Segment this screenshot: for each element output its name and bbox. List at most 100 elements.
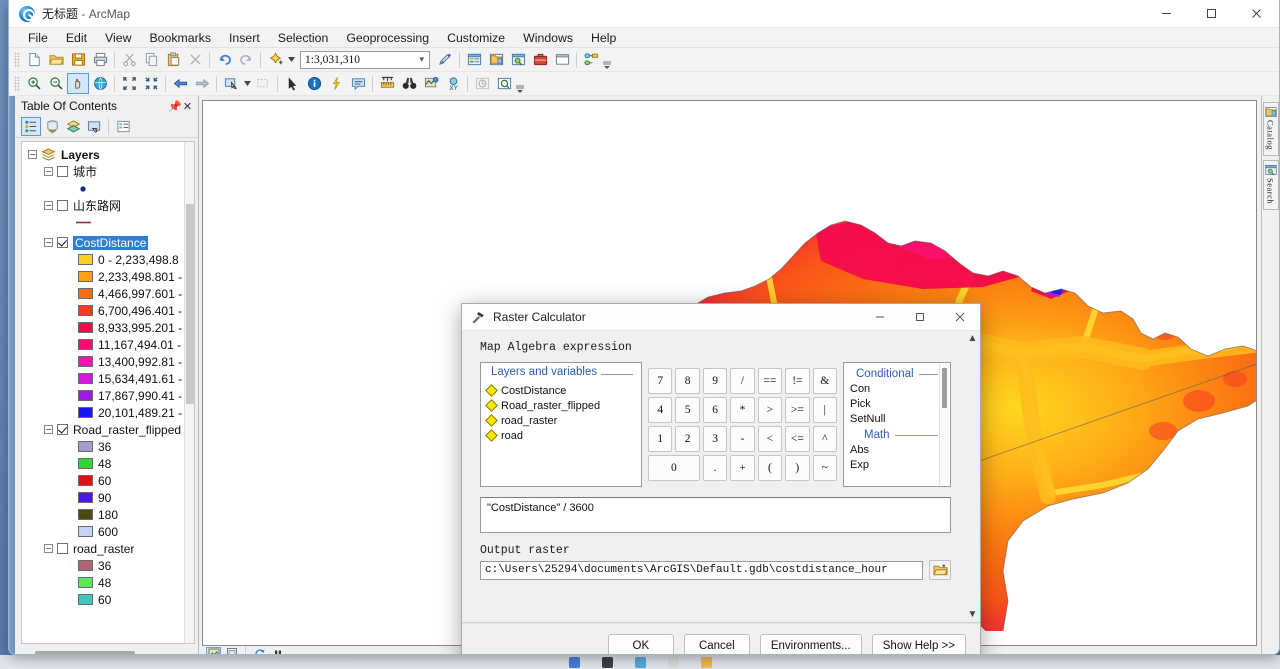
add-data-dropdown-icon[interactable] — [286, 49, 296, 70]
menu-file[interactable]: File — [19, 29, 57, 47]
toc-layer-tree[interactable]: − Layers − 城市 − 山东路网 − CostDistance 0 - … — [21, 141, 195, 644]
layer-visibility-checkbox[interactable] — [57, 543, 68, 554]
functions-scrollbar[interactable] — [939, 364, 949, 485]
layer-visibility-checkbox[interactable] — [57, 424, 68, 435]
key-paren-open[interactable]: ( — [757, 455, 783, 481]
show-help-button[interactable]: Show Help >> — [871, 634, 966, 654]
toc-vertical-scrollbar[interactable] — [184, 142, 194, 643]
key-equals[interactable]: == — [757, 368, 783, 394]
select-dropdown-icon[interactable] — [242, 73, 252, 94]
chevron-down-icon[interactable]: ▼ — [965, 607, 980, 622]
scrollbar-thumb[interactable] — [186, 204, 194, 404]
menu-geoprocessing[interactable]: Geoprocessing — [337, 29, 438, 47]
collapse-expander-icon[interactable]: − — [28, 150, 37, 159]
functions-list[interactable]: Conditional Con Pick SetNull Math Abs Ex… — [843, 362, 951, 487]
refresh-icon[interactable] — [252, 647, 267, 654]
taskbar-icon[interactable] — [634, 656, 646, 668]
search-tab[interactable]: Search — [1262, 159, 1279, 211]
pan-hand-icon[interactable] — [67, 73, 89, 94]
toolbar-overflow-icon[interactable] — [515, 74, 524, 94]
function-setnull[interactable]: SetNull — [850, 412, 950, 427]
key-decimal[interactable]: . — [702, 455, 728, 481]
list-by-selection-icon[interactable] — [84, 117, 104, 136]
menu-bookmarks[interactable]: Bookmarks — [140, 29, 220, 47]
cut-icon[interactable] — [118, 49, 140, 70]
function-pick[interactable]: Pick — [850, 397, 950, 412]
key-less[interactable]: < — [757, 426, 783, 452]
key-9[interactable]: 9 — [702, 368, 728, 394]
key-tilde[interactable]: ~ — [812, 455, 837, 481]
dialog-scrollbar[interactable]: ▲ ▼ — [965, 331, 980, 622]
toc-layer-road-raster-flipped[interactable]: − Road_raster_flipped — [22, 421, 194, 438]
create-viewer-window-icon[interactable] — [493, 73, 515, 94]
key-5[interactable]: 5 — [675, 397, 700, 423]
maximize-icon[interactable] — [1189, 0, 1234, 28]
time-slider-icon[interactable] — [471, 73, 493, 94]
map-scale-combobox[interactable]: 1:3,031,310 ▾ — [300, 50, 430, 69]
key-multiply[interactable]: * — [730, 397, 755, 423]
taskbar-icon[interactable] — [667, 656, 679, 668]
environments-button[interactable]: Environments... — [759, 634, 862, 654]
ok-button[interactable]: OK — [607, 634, 674, 654]
menu-customize[interactable]: Customize — [438, 29, 514, 47]
expression-textarea[interactable]: "CostDistance" / 3600 — [480, 497, 951, 533]
zoom-in-icon[interactable] — [23, 73, 45, 94]
catalog-tab[interactable]: Catalog — [1262, 102, 1279, 156]
html-popup-icon[interactable] — [347, 73, 369, 94]
collapse-expander-icon[interactable]: − — [44, 167, 53, 176]
pause-icon[interactable] — [270, 647, 285, 654]
list-by-drawing-order-icon[interactable] — [21, 117, 41, 136]
scrollbar-thumb[interactable] — [35, 651, 135, 654]
key-plus[interactable]: + — [730, 455, 755, 481]
taskbar-icon[interactable] — [601, 656, 613, 668]
taskbar-icon[interactable] — [700, 656, 712, 668]
chevron-up-icon[interactable]: ▲ — [965, 331, 980, 346]
open-folder-icon[interactable] — [929, 560, 951, 580]
toolbar-overflow-icon[interactable] — [602, 50, 611, 70]
pin-icon[interactable]: 📌 — [168, 100, 182, 113]
key-not-equals[interactable]: != — [785, 368, 810, 394]
menu-edit[interactable]: Edit — [57, 29, 96, 47]
taskbar-icon[interactable] — [568, 656, 580, 668]
paste-icon[interactable] — [162, 49, 184, 70]
delete-x-icon[interactable] — [184, 49, 206, 70]
key-1[interactable]: 1 — [648, 426, 673, 452]
key-7[interactable]: 7 — [648, 368, 673, 394]
scrollbar-thumb[interactable] — [942, 368, 947, 408]
key-8[interactable]: 8 — [675, 368, 700, 394]
go-next-extent-icon[interactable] — [191, 73, 213, 94]
toc-horizontal-scrollbar[interactable] — [21, 646, 194, 654]
collapse-expander-icon[interactable]: − — [44, 238, 53, 247]
clear-selection-icon[interactable] — [252, 73, 274, 94]
layout-view-icon[interactable] — [224, 647, 239, 654]
menu-help[interactable]: Help — [582, 29, 625, 47]
python-window-icon[interactable] — [551, 49, 573, 70]
variable-item[interactable]: road_raster — [485, 413, 641, 428]
go-back-extent-icon[interactable] — [169, 73, 191, 94]
copy-icon[interactable] — [140, 49, 162, 70]
key-greater[interactable]: > — [757, 397, 783, 423]
key-less-equal[interactable]: <= — [785, 426, 810, 452]
toolbar-grip[interactable] — [14, 75, 20, 92]
layer-visibility-checkbox[interactable] — [57, 166, 68, 177]
function-exp[interactable]: Exp — [850, 458, 950, 473]
table-of-contents-icon[interactable] — [463, 49, 485, 70]
collapse-expander-icon[interactable]: − — [44, 201, 53, 210]
key-greater-equal[interactable]: >= — [785, 397, 810, 423]
windows-taskbar[interactable] — [0, 655, 1280, 669]
toolbar-grip[interactable] — [14, 51, 20, 68]
key-and[interactable]: & — [812, 368, 837, 394]
variable-item[interactable]: road — [485, 428, 641, 443]
model-builder-icon[interactable] — [580, 49, 602, 70]
editor-toolbar-icon[interactable] — [434, 49, 456, 70]
full-extent-globe-icon[interactable] — [89, 73, 111, 94]
close-icon[interactable]: ✕ — [181, 100, 194, 113]
measure-icon[interactable] — [376, 73, 398, 94]
layers-and-variables-list[interactable]: Layers and variables CostDistance Road_r… — [480, 362, 642, 487]
toc-layer-chengshi[interactable]: − 城市 — [22, 163, 194, 180]
menu-insert[interactable]: Insert — [220, 29, 269, 47]
key-or[interactable]: | — [812, 397, 837, 423]
menu-windows[interactable]: Windows — [514, 29, 582, 47]
layer-visibility-checkbox[interactable] — [57, 237, 68, 248]
zoom-out-icon[interactable] — [45, 73, 67, 94]
